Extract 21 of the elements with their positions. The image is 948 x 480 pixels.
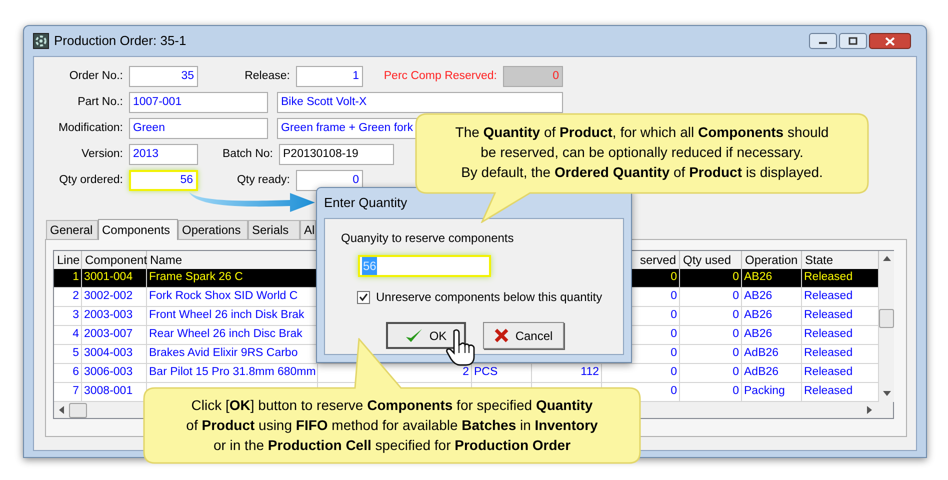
dialog-title: Enter Quantity bbox=[324, 194, 408, 212]
column-header: Qty used bbox=[680, 251, 742, 270]
window-title: Production Order: 35-1 bbox=[54, 32, 186, 50]
prompt-label: Quanyity to reserve components bbox=[341, 230, 515, 247]
field-label: Batch No: bbox=[222, 146, 274, 162]
field-label: Qty ordered: bbox=[58, 172, 124, 188]
callout-text: The Quantity of Product, for which all Components should be reserved, can be optionally reduced if necessary. By default, the Ordered Quantity of Product is displayed. bbox=[455, 123, 829, 182]
column-header: State bbox=[802, 251, 879, 270]
field-label: Order No.: bbox=[68, 68, 124, 84]
column-header: Operation bbox=[742, 251, 802, 270]
column-header: Line bbox=[54, 251, 82, 270]
callout-text: Click [OK] button to reserve Components for specified Quantity of Product using FIFO method for available Batches in Inventory or in the Production Cell specified for Production Order bbox=[186, 396, 598, 455]
field-label: Version: bbox=[80, 146, 124, 162]
checkbox-label: Unreserve components below this quantity bbox=[376, 289, 602, 306]
field-label: Perc Comp Reserved: bbox=[382, 68, 498, 84]
field-label: Qty ready: bbox=[236, 172, 291, 188]
column-header: Name bbox=[147, 251, 318, 270]
column-header: Component bbox=[82, 251, 147, 270]
field-label: Part No.: bbox=[76, 94, 124, 110]
field-label: Release: bbox=[244, 68, 291, 84]
field-label: Modification: bbox=[57, 120, 124, 136]
